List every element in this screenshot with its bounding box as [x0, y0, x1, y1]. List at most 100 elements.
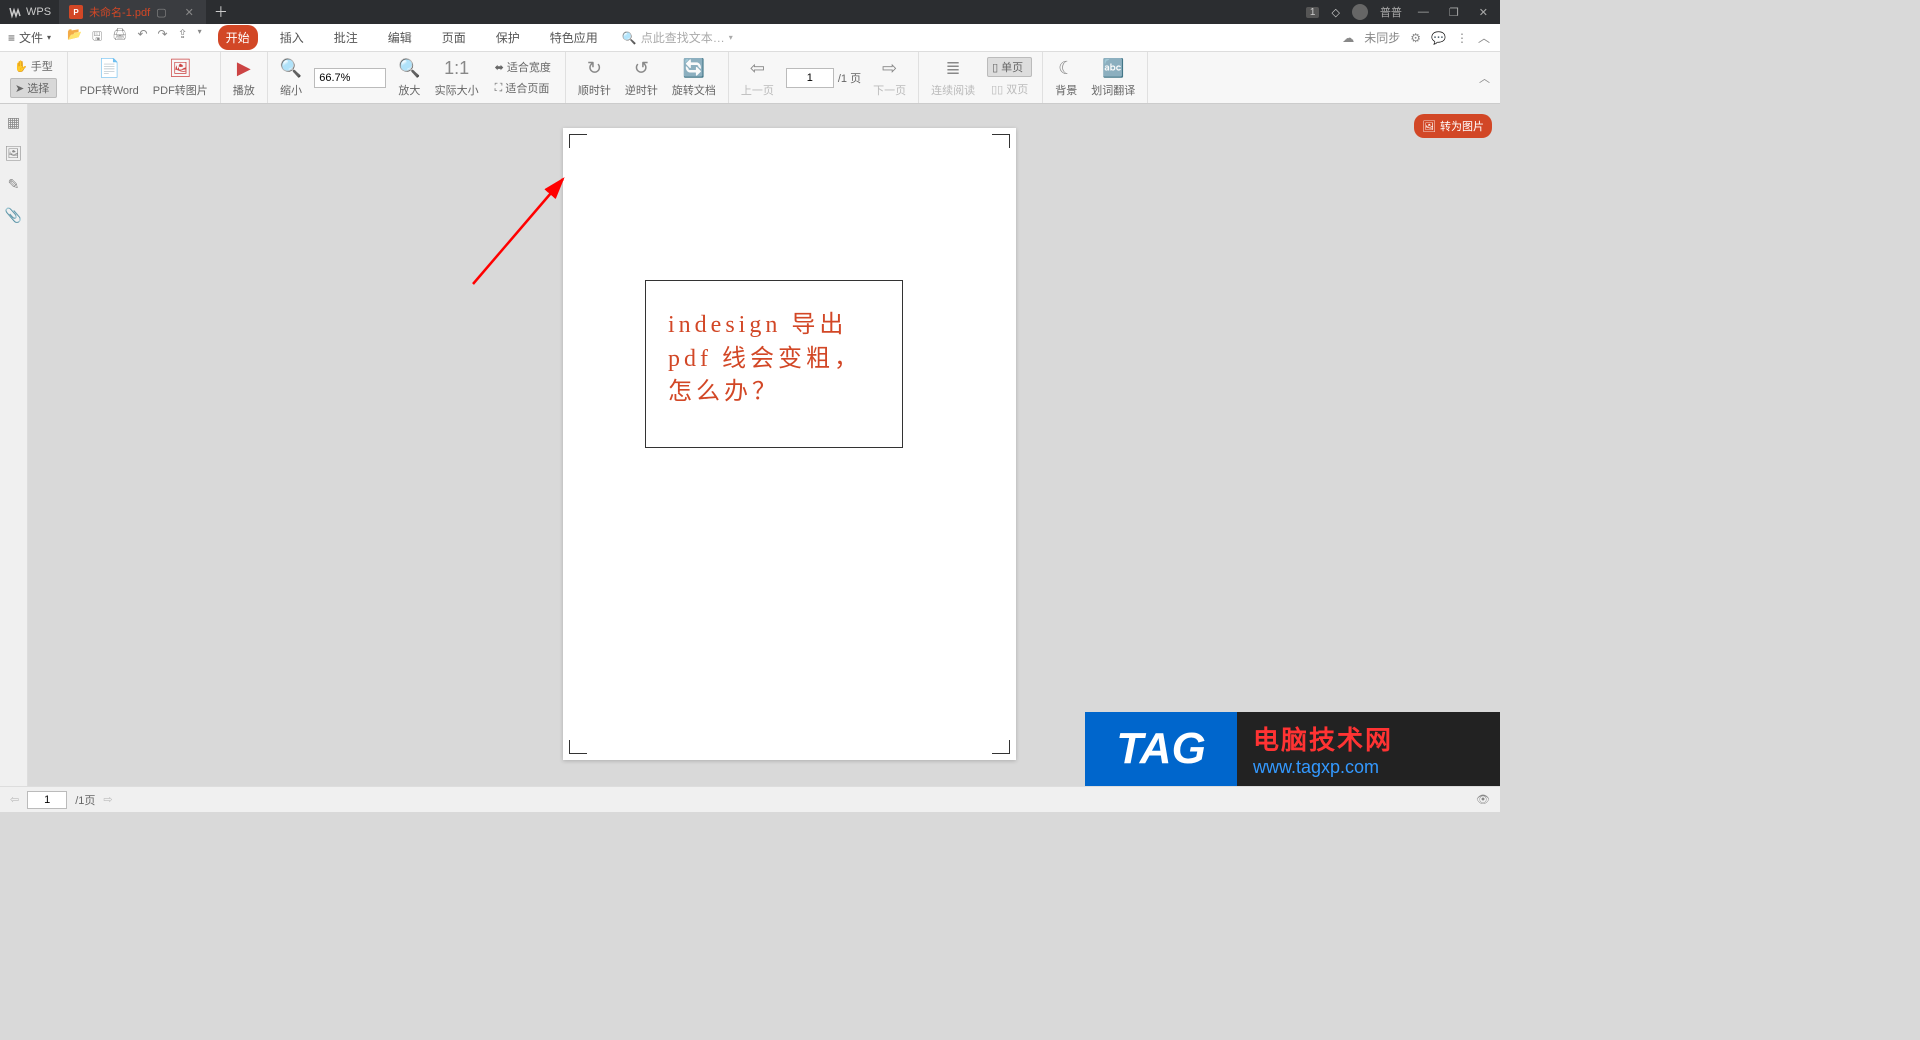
zoom-in-button[interactable]: 🔍 放大 — [396, 58, 422, 98]
tab-present-icon[interactable]: ▢ — [156, 6, 166, 19]
play-icon: ▶ — [237, 58, 251, 80]
zoom-input[interactable] — [314, 68, 386, 88]
tab-insert[interactable]: 插入 — [272, 25, 312, 50]
convert-to-image-button[interactable]: 🖼 转为图片 — [1414, 114, 1492, 138]
statusbar: ⇦ /1页 ⇨ 👁 — [0, 786, 1500, 812]
quick-access: 📂 🖫 🖨 ↶ ↷ ⇪ ▾ — [59, 27, 210, 48]
zoom-out-button[interactable]: 🔍 缩小 — [278, 58, 304, 98]
single-page-button[interactable]: ▯ 单页 — [987, 57, 1032, 77]
fit-width-button[interactable]: ⬌ 适合宽度 — [491, 58, 555, 76]
ribbon-collapse-button[interactable]: ︿ — [1479, 70, 1500, 86]
menubar-right: ☁ 未同步 ⚙ 💬 ⋮ ︿ — [1342, 29, 1500, 46]
hand-label: 手型 — [31, 58, 53, 74]
status-prev-icon[interactable]: ⇦ — [10, 793, 19, 806]
quick-dropdown-icon[interactable]: ▾ — [198, 27, 202, 48]
select-tool[interactable]: ➤ 选择 — [10, 78, 57, 98]
more-icon[interactable]: ⋮ — [1456, 31, 1468, 45]
settings-icon[interactable]: ⚙ — [1410, 31, 1421, 45]
document-tab[interactable]: P 未命名-1.pdf ▢ ✕ — [59, 0, 206, 24]
skin-icon[interactable]: ◇ — [1331, 6, 1339, 19]
double-page-button[interactable]: ▯▯ 双页 — [987, 80, 1032, 98]
open-icon[interactable]: 📂 — [67, 27, 82, 48]
user-avatar-icon[interactable] — [1352, 4, 1368, 20]
image-icon: 🖼 — [1422, 120, 1436, 133]
status-page-input[interactable] — [27, 791, 67, 809]
document-textbox: indesign 导出 pdf 线会变粗，怎么办？ — [645, 280, 903, 448]
prev-page-button: ⇦ 上一页 — [739, 58, 776, 98]
rotdoc-label: 旋转文档 — [672, 82, 716, 98]
ribbon-page-input[interactable] — [786, 68, 834, 88]
actual-size-button[interactable]: 1:1 实际大小 — [433, 58, 481, 98]
status-next-icon[interactable]: ⇨ — [103, 793, 112, 806]
rotate-doc-button[interactable]: 🔄 旋转文档 — [670, 58, 718, 98]
undo-icon[interactable]: ↶ — [137, 27, 147, 48]
ribbon: ✋ 手型 ➤ 选择 📄 PDF转Word 🖼 PDF转图片 ▶ 播放 🔍 缩小 — [0, 52, 1500, 104]
redo-icon[interactable]: ↷ — [158, 27, 168, 48]
tab-page[interactable]: 页面 — [434, 25, 474, 50]
rotate-ccw-icon: ↺ — [634, 58, 649, 80]
hand-tool[interactable]: ✋ 手型 — [10, 57, 57, 75]
annotations-icon[interactable]: ✎ — [8, 176, 20, 193]
crop-mark-tr — [992, 134, 1010, 148]
titlebar: WPS P 未命名-1.pdf ▢ ✕ ＋ 1 ◇ 普普 — ❐ ✕ — [0, 0, 1500, 24]
document-tab-name: 未命名-1.pdf — [89, 4, 150, 20]
background-button[interactable]: ☾ 背景 — [1053, 58, 1079, 98]
pdf2word-icon: 📄 — [98, 58, 120, 80]
tab-annotate[interactable]: 批注 — [326, 25, 366, 50]
menubar: ≡ 文件 ▾ 📂 🖫 🖨 ↶ ↷ ⇪ ▾ 开始 插入 批注 编辑 页面 保护 特… — [0, 24, 1500, 52]
pdf-to-word-button[interactable]: 📄 PDF转Word — [78, 58, 141, 98]
play-button[interactable]: ▶ 播放 — [231, 58, 257, 98]
search-box[interactable]: 🔍 点此查找文本… ▾ — [606, 29, 733, 46]
pdf-page: indesign 导出 pdf 线会变粗，怎么办？ — [563, 128, 1016, 760]
pdf-to-image-button[interactable]: 🖼 PDF转图片 — [151, 58, 210, 98]
app-logo: WPS — [0, 5, 59, 19]
pdf2img-icon: 🖼 — [169, 58, 192, 80]
maximize-button[interactable]: ❐ — [1445, 6, 1463, 19]
actualsize-icon: 1:1 — [444, 58, 469, 80]
thumbnails-icon[interactable]: ▦ — [7, 114, 20, 131]
minimize-button[interactable]: — — [1414, 6, 1433, 18]
bookmarks-icon[interactable]: 🖼 — [5, 145, 23, 162]
tab-features[interactable]: 特色应用 — [542, 25, 606, 50]
app-name: WPS — [26, 6, 51, 18]
tab-start[interactable]: 开始 — [218, 25, 258, 50]
watermark-line2: www.tagxp.com — [1253, 757, 1500, 778]
close-window-button[interactable]: ✕ — [1475, 6, 1492, 19]
attachments-icon[interactable]: 📎 — [5, 207, 22, 224]
feedback-icon[interactable]: 💬 — [1431, 31, 1446, 45]
continuous-read-button[interactable]: ≣ 连续阅读 — [929, 58, 977, 98]
username: 普普 — [1380, 4, 1402, 20]
save-icon[interactable]: 🖫 — [92, 27, 102, 48]
rotate-cw-button[interactable]: ↻ 顺时针 — [576, 58, 613, 98]
hand-icon: ✋ — [14, 60, 28, 73]
eye-protection-icon[interactable]: 👁 — [1476, 793, 1490, 806]
pdf2word-label: PDF转Word — [80, 82, 139, 98]
dict-label: 划词翻译 — [1091, 82, 1135, 98]
ribbon-page-total: /1 页 — [838, 70, 861, 86]
crop-mark-br — [992, 740, 1010, 754]
tab-protect[interactable]: 保护 — [488, 25, 528, 50]
fit-page-button[interactable]: ⛶ 适合页面 — [491, 79, 555, 97]
watermark-tag: TAG — [1085, 712, 1237, 786]
watermark: TAG 电脑技术网 www.tagxp.com — [1085, 712, 1500, 786]
export-icon[interactable]: ⇪ — [178, 27, 188, 48]
notification-badge[interactable]: 1 — [1306, 7, 1320, 18]
tab-edit[interactable]: 编辑 — [380, 25, 420, 50]
sync-status[interactable]: 未同步 — [1364, 29, 1400, 46]
collapse-ribbon-icon[interactable]: ︿ — [1478, 29, 1490, 46]
add-tab-button[interactable]: ＋ — [206, 0, 236, 24]
document-canvas[interactable]: indesign 导出 pdf 线会变粗，怎么办？ — [28, 104, 1500, 786]
dict-translate-button[interactable]: 🔤 划词翻译 — [1089, 58, 1137, 98]
search-dropdown-icon: ▾ — [729, 33, 733, 42]
search-placeholder: 点此查找文本… — [641, 29, 725, 46]
rotate-ccw-button[interactable]: ↺ 逆时针 — [623, 58, 660, 98]
actualsize-label: 实际大小 — [435, 82, 479, 98]
translate-icon: 🔤 — [1102, 58, 1124, 80]
close-tab-icon[interactable]: ✕ — [183, 6, 196, 19]
rotate-cw-icon: ↻ — [587, 58, 602, 80]
file-menu[interactable]: ≡ 文件 ▾ — [0, 29, 59, 46]
print-icon[interactable]: 🖨 — [112, 27, 127, 48]
pdf2img-label: PDF转图片 — [153, 82, 208, 98]
rotcw-label: 顺时针 — [578, 82, 611, 98]
document-tabs: P 未命名-1.pdf ▢ ✕ ＋ — [59, 0, 236, 24]
